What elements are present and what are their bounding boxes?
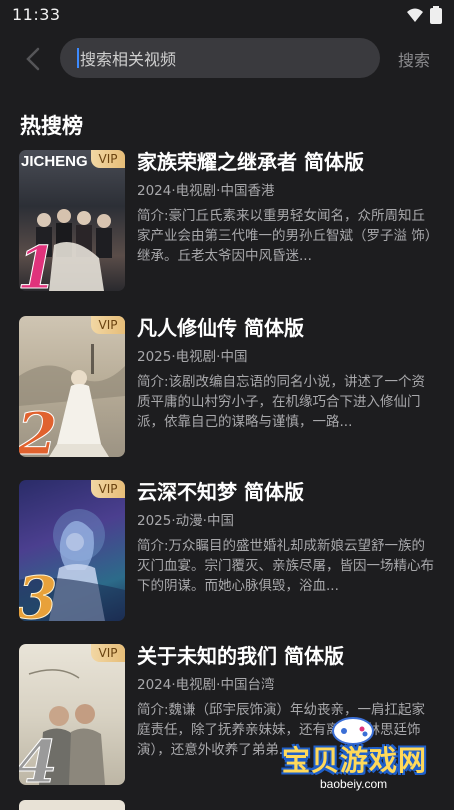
poster-image[interactable]: VIP 2 [19,316,125,457]
watermark-text: 宝贝游戏网 [282,744,428,777]
rank-number: 3 [19,564,58,622]
item-info: 家族荣耀之继承者 简体版 2024·电视剧·中国香港 简介:豪门丘氏素来以重男轻… [137,148,437,266]
watermark-url: baobeiy.com [320,777,388,791]
item-description: 简介:该剧改编自忘语的同名小说，讲述了一个资质平庸的山村穷小子，在机缘巧合下进入… [137,374,426,430]
poster-image[interactable]: JICHENG VIP 1 [19,150,125,291]
vip-badge: VIP [91,316,125,334]
text-caret [77,48,79,68]
back-arrow-icon[interactable] [22,46,46,72]
status-bar: 11:33 [0,0,454,32]
item-meta: 2025·动漫·中国 [137,513,234,529]
battery-icon [430,6,442,24]
watermark-logo: 宝贝游戏网 baobeiy.com [278,715,428,795]
item-title[interactable]: 凡人修仙传 简体版 [137,314,437,342]
search-input[interactable] [78,38,372,80]
item-description: 简介:万众瞩目的盛世婚礼却成新娘云望舒一族的灭门血宴。宗门覆灭、亲族尽屠，皆因一… [137,538,434,594]
search-box[interactable] [60,38,380,80]
item-title[interactable]: 家族荣耀之继承者 简体版 [137,148,437,176]
item-info: 凡人修仙传 简体版 2025·电视剧·中国 简介:该剧改编自忘语的同名小说，讲述… [137,314,437,432]
next-poster-peek[interactable] [19,800,125,810]
vip-badge: VIP [91,480,125,498]
poster-title-text: JICHENG [21,153,88,170]
section-title: 热搜榜 [20,114,83,138]
rank-number: 2 [19,400,58,458]
search-button[interactable]: 搜索 [398,47,430,71]
list-item[interactable]: VIP 2 凡人修仙传 简体版 2025·电视剧·中国 简介:该剧改编自忘语的同… [0,314,454,459]
item-description: 简介:豪门丘氏素来以重男轻女闻名，众所周知丘家产业会由第三代唯一的男孙丘智斌（罗… [137,208,432,264]
list-item[interactable]: VIP 3 云深不知梦 简体版 2025·动漫·中国 简介:万众瞩目的盛世婚礼却… [0,478,454,623]
list-item[interactable]: JICHENG VIP 1 家族荣耀之继承者 简体版 2024·电视剧·中国香港… [0,148,454,293]
status-time: 11:33 [12,5,61,24]
search-bar: 搜索 [0,38,454,80]
wifi-icon [407,8,423,22]
vip-badge: VIP [91,150,125,168]
item-meta: 2024·电视剧·中国香港 [137,183,275,199]
item-info: 云深不知梦 简体版 2025·动漫·中国 简介:万众瞩目的盛世婚礼却成新娘云望舒… [137,478,437,596]
vip-badge: VIP [91,644,125,662]
item-title[interactable]: 云深不知梦 简体版 [137,478,437,506]
item-meta: 2024·电视剧·中国台湾 [137,677,275,693]
item-title[interactable]: 关于未知的我们 简体版 [137,642,437,670]
poster-image[interactable]: VIP 4 [19,644,125,785]
rank-number: 4 [19,728,58,786]
status-icons [406,6,442,24]
item-meta: 2025·电视剧·中国 [137,349,248,365]
poster-image[interactable]: VIP 3 [19,480,125,621]
rank-number: 1 [19,234,58,292]
